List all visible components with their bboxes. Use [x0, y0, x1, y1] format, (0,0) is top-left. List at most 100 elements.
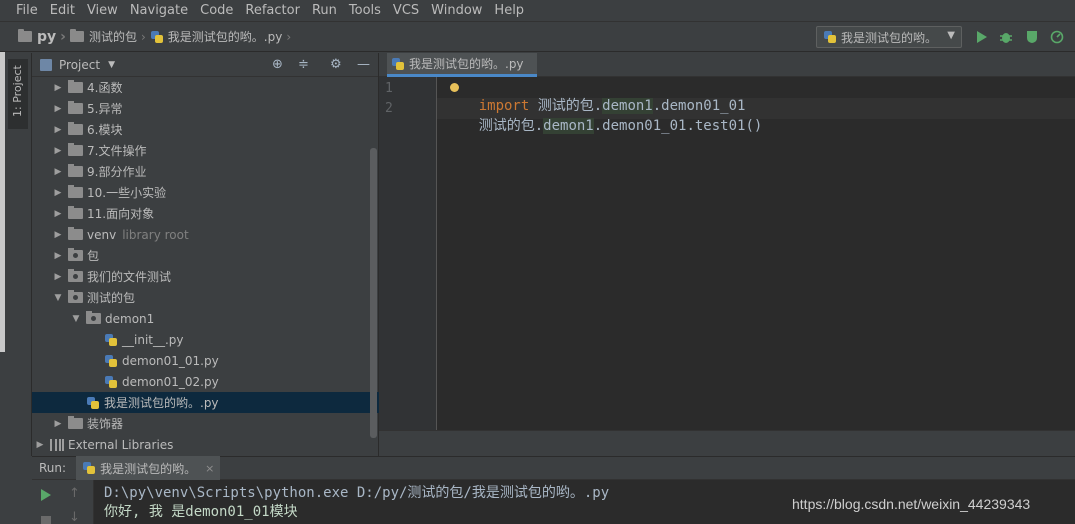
profile-icon[interactable] [1050, 30, 1064, 44]
menu-file[interactable]: File [10, 0, 44, 22]
gear-icon[interactable]: ⚙ [330, 57, 342, 72]
folder-icon [68, 206, 83, 219]
tree-item[interactable]: ▶ External Libraries [32, 434, 379, 455]
tree-item-label: 装饰器 [87, 417, 124, 431]
chevron-right-icon[interactable]: ▶ [52, 251, 64, 261]
tree-item[interactable]: ▶ 装饰器 [32, 413, 379, 434]
breadcrumb-root[interactable]: py › [18, 29, 66, 45]
menu-view[interactable]: View [81, 0, 124, 22]
python-file-icon [82, 461, 96, 475]
run-tab[interactable]: 我是测试包的哟。 × [76, 456, 221, 480]
chevron-right-icon[interactable]: ▶ [52, 167, 64, 177]
line-gutter: 1 2 [379, 77, 437, 430]
tree-item[interactable]: ▶ 我们的文件测试 [32, 266, 379, 287]
breadcrumb-package[interactable]: 测试的包 › [69, 28, 146, 45]
tree-item[interactable]: ▶ 10.一些小实验 [32, 182, 379, 203]
menu-navigate[interactable]: Navigate [124, 0, 194, 22]
tree-item-label: 我们的文件测试 [87, 270, 172, 284]
menu-help[interactable]: Help [488, 0, 530, 22]
menu-code[interactable]: Code [194, 0, 239, 22]
chevron-right-icon[interactable]: ▶ [52, 419, 64, 429]
code-line[interactable]: 测试的包.demon1.demon01_01.test01() [445, 99, 762, 151]
run-configuration-select[interactable]: 我是测试包的哟。 ▼ [816, 26, 962, 48]
tree-item[interactable]: ▼ demon1 [32, 308, 379, 329]
tree-item[interactable]: 我是测试包的哟。.py [32, 392, 379, 413]
menu-edit[interactable]: Edit [44, 0, 81, 22]
python-file-icon [104, 375, 118, 389]
chevron-right-icon[interactable]: ▶ [52, 188, 64, 198]
menu-vcs[interactable]: VCS [387, 0, 425, 22]
tree-item[interactable]: ▶ 11.面向对象 [32, 203, 379, 224]
tree-item[interactable]: ▶ 5.异常 [32, 98, 379, 119]
project-view-selector[interactable]: Project [59, 58, 100, 72]
project-scrollbar[interactable] [370, 148, 377, 438]
tree-item[interactable]: ▶ 9.部分作业 [32, 161, 379, 182]
rerun-icon[interactable] [41, 489, 51, 501]
chevron-right-icon[interactable]: ▶ [52, 230, 64, 240]
folder-icon [18, 29, 32, 42]
lightbulb-icon[interactable] [450, 83, 459, 92]
menu-tools[interactable]: Tools [343, 0, 387, 22]
editor: 我是测试包的哟。.py 1 2 import 测试的包.demon1.demon… [379, 53, 1075, 430]
menu-refactor[interactable]: Refactor [239, 0, 306, 22]
tree-item[interactable]: ▶ 6.模块 [32, 119, 379, 140]
run-icon[interactable] [974, 30, 988, 44]
line-number: 2 [385, 101, 393, 116]
tree-item-label: External Libraries [68, 437, 174, 452]
project-icon [40, 58, 52, 71]
close-icon[interactable]: × [205, 462, 214, 475]
chevron-right-icon[interactable]: ▶ [52, 272, 64, 282]
chevron-right-icon[interactable]: ▶ [52, 83, 64, 93]
tree-item[interactable]: demon01_02.py [32, 371, 379, 392]
tree-item[interactable]: __init__.py [32, 329, 379, 350]
menu-window[interactable]: Window [425, 0, 488, 22]
folder-icon [68, 185, 83, 198]
tree-item-label: demon01_01.py [122, 353, 219, 368]
tree-item[interactable]: ▶ 4.函数 [32, 77, 379, 98]
navigation-bar: py › 测试的包 › 我是测试包的哟。.py › 我是测试包的哟。 ▼ [0, 22, 1075, 52]
tree-item-label: 6.模块 [87, 123, 123, 137]
editor-breadcrumb-bar [379, 430, 1075, 456]
tree-item[interactable]: demon01_01.py [32, 350, 379, 371]
console-output-line: 你好, 我 是demon01_01模块 [104, 504, 298, 520]
tree-item-label: demon01_02.py [122, 374, 219, 389]
breadcrumb-file[interactable]: 我是测试包的哟。.py › [150, 28, 291, 45]
arrow-up-icon[interactable]: ↑ [69, 486, 80, 501]
project-tool-tab[interactable]: 1: Project [8, 59, 28, 129]
editor-tabs: 我是测试包的哟。.py [379, 53, 1075, 77]
run-toolbar: ↑ ↓ [32, 480, 94, 524]
run-with-coverage-icon[interactable] [1025, 30, 1039, 44]
folder-icon [68, 80, 83, 93]
collapse-all-icon[interactable]: ≑ [298, 57, 309, 72]
arrow-down-icon[interactable]: ↓ [69, 510, 80, 524]
folder-icon [69, 29, 84, 42]
chevron-down-icon[interactable]: ▼ [52, 293, 64, 303]
chevron-right-icon[interactable]: ▶ [52, 104, 64, 114]
stop-icon[interactable] [41, 516, 51, 524]
tree-item[interactable]: ▶ venv library root [32, 224, 379, 245]
chevron-down-icon[interactable]: ▼ [70, 314, 82, 324]
chevron-down-icon: ▼ [947, 30, 955, 41]
package-icon [68, 269, 83, 282]
chevron-down-icon[interactable]: ▼ [108, 60, 115, 70]
chevron-right-icon[interactable]: ▶ [34, 440, 46, 450]
python-file-icon [391, 57, 405, 71]
chevron-right-icon[interactable]: ▶ [52, 125, 64, 135]
tree-item[interactable]: ▼ 测试的包 [32, 287, 379, 308]
tree-item[interactable]: ▶ 包 [32, 245, 379, 266]
tree-item[interactable]: ▶ 7.文件操作 [32, 140, 379, 161]
tree-item-label: 7.文件操作 [87, 144, 147, 158]
line-number: 1 [385, 81, 393, 96]
tree-item-hint: library root [122, 227, 189, 242]
folder-icon [68, 164, 83, 177]
python-file-icon [823, 30, 837, 44]
menu-run[interactable]: Run [306, 0, 343, 22]
crosshair-icon[interactable]: ⊕ [272, 57, 283, 72]
hide-icon[interactable]: — [357, 57, 370, 72]
console-command-line: D:\py\venv\Scripts\python.exe D:/py/测试的包… [104, 485, 610, 501]
editor-tab[interactable]: 我是测试包的哟。.py [387, 53, 537, 77]
chevron-right-icon[interactable]: ▶ [52, 146, 64, 156]
chevron-right-icon[interactable]: ▶ [52, 209, 64, 219]
debug-icon[interactable] [999, 30, 1013, 44]
window-edge [0, 52, 5, 352]
